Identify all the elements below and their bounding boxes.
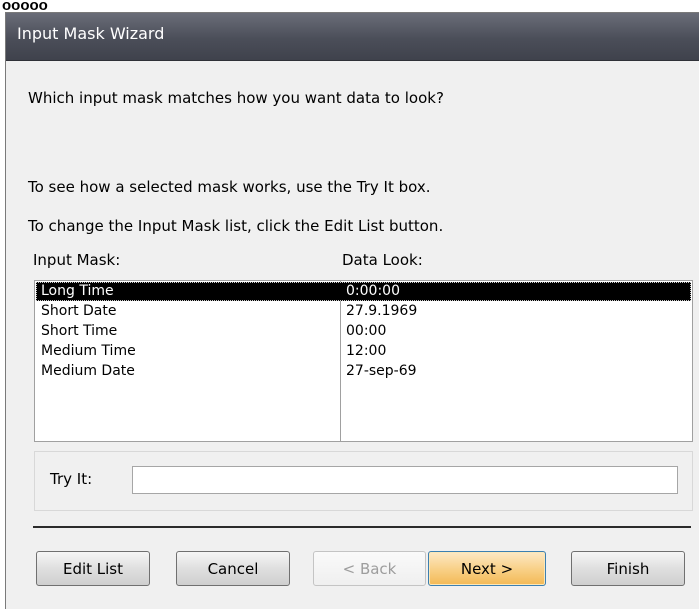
- mask-data-look: 00:00: [346, 323, 387, 339]
- mask-data-look: 27-sep-69: [346, 363, 417, 379]
- next-button[interactable]: Next >: [428, 551, 546, 586]
- list-item[interactable]: Medium Time 12:00: [36, 342, 691, 361]
- instruction-try-it: To see how a selected mask works, use th…: [28, 178, 431, 196]
- cancel-button[interactable]: Cancel: [176, 551, 290, 586]
- list-item[interactable]: Long Time 0:00:00: [36, 282, 691, 301]
- mask-data-look: 0:00:00: [346, 283, 400, 299]
- prompt-text: Which input mask matches how you want da…: [28, 89, 444, 107]
- data-look-header: Data Look:: [342, 251, 423, 269]
- mask-data-look: 27.9.1969: [346, 303, 418, 319]
- mask-name: Medium Time: [41, 343, 136, 359]
- input-mask-header: Input Mask:: [33, 251, 121, 269]
- separator: [33, 526, 691, 528]
- window-title: Input Mask Wizard: [17, 24, 165, 43]
- try-it-group: Try It:: [34, 451, 693, 511]
- title-bar[interactable]: Input Mask Wizard: [6, 13, 699, 61]
- finish-button[interactable]: Finish: [571, 551, 685, 586]
- mask-data-look: 12:00: [346, 343, 387, 359]
- mask-name: Short Date: [41, 303, 117, 319]
- edit-list-button[interactable]: Edit List: [36, 551, 150, 586]
- mask-name: Long Time: [41, 283, 114, 299]
- list-item[interactable]: Short Time 00:00: [36, 322, 691, 341]
- instruction-edit-list: To change the Input Mask list, click the…: [28, 217, 444, 235]
- list-item[interactable]: Medium Date 27-sep-69: [36, 362, 691, 381]
- try-it-label: Try It:: [50, 470, 93, 488]
- mask-name: Short Time: [41, 323, 118, 339]
- try-it-input[interactable]: [132, 466, 678, 494]
- back-button[interactable]: < Back: [313, 551, 426, 586]
- mask-name: Medium Date: [41, 363, 135, 379]
- input-mask-list[interactable]: Long Time 0:00:00 Short Date 27.9.1969 S…: [34, 280, 693, 442]
- list-item[interactable]: Short Date 27.9.1969: [36, 302, 691, 321]
- input-mask-wizard-dialog: Input Mask Wizard Which input mask match…: [5, 12, 699, 609]
